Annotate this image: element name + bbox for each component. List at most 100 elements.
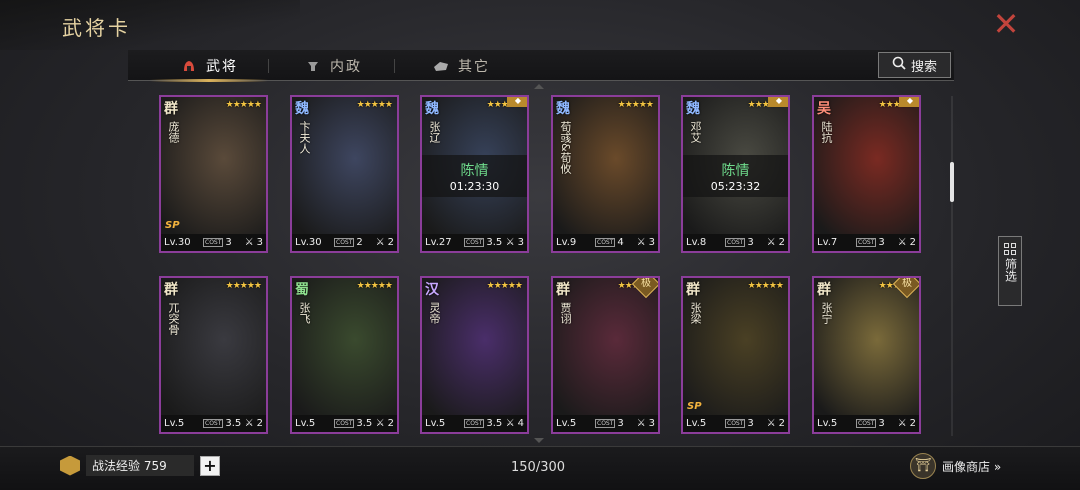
ji-badge-label: 极: [902, 278, 912, 289]
stone-icon: [432, 57, 450, 75]
general-name: 邓艾: [689, 121, 702, 143]
timer-countdown: 01:23:30: [449, 179, 500, 193]
cost-icon: COST: [856, 238, 877, 247]
level-label: Lv.5: [295, 418, 316, 429]
cost-icon: COST: [464, 419, 485, 428]
troop-type-icon: ⚔: [636, 237, 646, 248]
add-exp-button[interactable]: +: [200, 455, 220, 476]
faction-label: 群: [164, 101, 178, 117]
awaken-badge-icon: ◆: [507, 97, 527, 107]
level-label: Lv.7: [817, 237, 838, 248]
tab-domestic-label: 内政: [330, 58, 362, 75]
cost-icon: COST: [856, 419, 877, 428]
scroll-down-icon: [534, 438, 544, 443]
troop-type-icon: ⚔: [766, 237, 776, 248]
scrollbar-thumb[interactable]: [950, 162, 954, 202]
general-name: 张辽: [428, 121, 441, 143]
cost-indicator: COST 3: [595, 418, 624, 429]
filter-button[interactable]: 筛选: [998, 236, 1022, 306]
faction-label: 汉: [425, 282, 439, 298]
cost-value: 4: [617, 237, 624, 248]
cost-indicator: COST 3: [725, 237, 754, 248]
general-card[interactable]: 群 ★★★★★ 兀突骨 Lv.5 COST 3.5 ⚔ 2: [159, 276, 268, 434]
cost-indicator: COST 3.5: [203, 418, 241, 429]
troop-type-icon: ⚔: [636, 418, 646, 429]
level-label: Lv.8: [686, 237, 707, 248]
cost-indicator: COST 3: [203, 237, 232, 248]
sp-mark: SP: [165, 220, 180, 231]
sp-mark: SP: [687, 401, 702, 412]
grid-icon: [1004, 243, 1016, 255]
general-card[interactable]: 魏 ★★★★★ 张辽 ◆ 陈情 01:23:30 Lv.27 COST 3.5 ⚔ 3: [420, 95, 529, 253]
cost-indicator: COST 3.5: [464, 418, 502, 429]
general-card[interactable]: 群 ★★★★★ 庞德 SP Lv.30 COST 3 ⚔ 3: [159, 95, 268, 253]
tab-divider: [268, 59, 269, 73]
timer-label: 陈情: [721, 162, 750, 179]
tab-bar: 武将 内政 其它: [128, 50, 954, 82]
cost-icon: COST: [203, 238, 224, 247]
cost-icon: COST: [725, 238, 746, 247]
general-card[interactable]: 魏 ★★★★★ 荀彧&荀攸 Lv.9 COST 4 ⚔ 3: [551, 95, 660, 253]
troop-level: 3: [517, 237, 524, 248]
troop-type-icon: ⚔: [505, 237, 515, 248]
general-card[interactable]: 吴 ★★★★★ 陆抗 ◆ Lv.7 COST 3 ⚔ 2: [812, 95, 921, 253]
troop-type-icon: ⚔: [897, 237, 907, 248]
level-label: Lv.5: [164, 418, 185, 429]
exp-label: 战法经验 759: [86, 455, 194, 476]
helmet-icon: [180, 57, 198, 75]
cost-value: 3: [747, 418, 754, 429]
troop-type-icon: ⚔: [375, 418, 385, 429]
scrollbar-track[interactable]: [951, 96, 953, 436]
close-button[interactable]: ✕: [990, 8, 1022, 40]
troop-level: 3: [256, 237, 263, 248]
troop-type-icon: ⚔: [505, 418, 515, 429]
troop-type-icon: ⚔: [244, 237, 254, 248]
general-card[interactable]: 汉 ★★★★★ 灵帝 Lv.5 COST 3.5 ⚔ 4: [420, 276, 529, 434]
shop-label: 画像商店 »: [942, 459, 1002, 474]
level-label: Lv.5: [686, 418, 707, 429]
cost-value: 3.5: [225, 418, 242, 429]
tab-other[interactable]: 其它: [432, 50, 490, 81]
cost-indicator: COST 3.5: [334, 418, 372, 429]
faction-label: 魏: [425, 101, 439, 117]
cost-icon: COST: [595, 419, 616, 428]
general-card[interactable]: 群★★★★★贾诩极 Lv.5 COST3 ⚔ 3: [551, 276, 660, 434]
search-button[interactable]: 搜索: [878, 52, 951, 78]
card-info-bar: Lv.30 COST 3 ⚔ 3: [161, 234, 266, 251]
general-card[interactable]: 蜀 ★★★★★ 张飞 Lv.5 COST 3.5 ⚔ 2: [290, 276, 399, 434]
cost-value: 3: [878, 237, 885, 248]
faction-label: 蜀: [295, 282, 309, 298]
general-name: 张飞: [298, 302, 311, 324]
troop-level: 2: [387, 237, 394, 248]
troop-type-icon: ⚔: [244, 418, 254, 429]
cost-value: 3.5: [486, 418, 503, 429]
timer-label: 陈情: [460, 162, 489, 179]
troop-level: 2: [778, 237, 785, 248]
cost-value: 3: [747, 237, 754, 248]
card-info-bar: Lv.5 COST 3.5 ⚔ 2: [292, 415, 397, 432]
cost-value: 3: [617, 418, 624, 429]
general-card[interactable]: 群★★★★★张宁极 Lv.5 COST3 ⚔ 2: [812, 276, 921, 434]
cost-value: 3: [878, 418, 885, 429]
general-name: 张宁: [820, 302, 833, 324]
general-card[interactable]: 魏 ★★★★★ 邓艾 ◆ 陈情 05:23:32 Lv.8 COST 3 ⚔ 2: [681, 95, 790, 253]
faction-label: 魏: [686, 101, 700, 117]
troop-level: 2: [387, 418, 394, 429]
star-rating: ★★★★★: [225, 281, 262, 291]
tab-other-label: 其它: [458, 58, 490, 75]
portrait-shop-button[interactable]: ⛩ 画像商店 »: [910, 453, 1001, 479]
cost-indicator: COST 3: [856, 237, 885, 248]
decorative-branch: [0, 0, 300, 50]
tab-domestic[interactable]: 内政: [304, 50, 362, 81]
troop-level: 3: [648, 418, 655, 429]
cost-icon: COST: [334, 419, 355, 428]
cost-indicator: COST 3: [725, 418, 754, 429]
level-label: Lv.9: [556, 237, 577, 248]
general-card[interactable]: 魏 ★★★★★ 卞夫人 Lv.30 COST 2 ⚔ 2: [290, 95, 399, 253]
troop-level: 2: [778, 418, 785, 429]
level-label: Lv.5: [817, 418, 838, 429]
cost-value: 3.5: [356, 418, 373, 429]
tab-generals[interactable]: 武将: [150, 50, 268, 82]
general-name: 陆抗: [820, 121, 833, 143]
general-card[interactable]: 群 ★★★★★ 张梁 SP Lv.5 COST 3 ⚔ 2: [681, 276, 790, 434]
